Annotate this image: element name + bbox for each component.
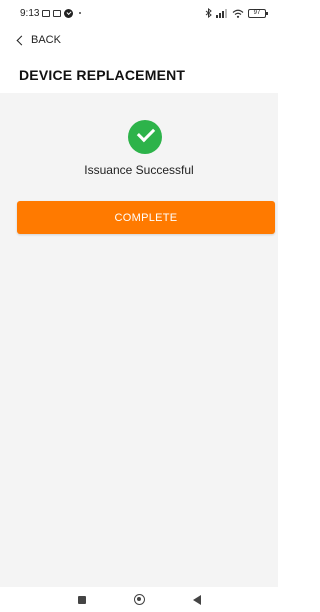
status-bar-right: 97 <box>205 8 268 18</box>
status-time: 9:13 <box>20 7 40 19</box>
chevron-left-icon <box>16 35 27 45</box>
back-label: BACK <box>31 34 61 46</box>
bluetooth-icon <box>205 8 212 18</box>
wifi-icon <box>232 9 244 18</box>
check-circle-icon <box>128 120 162 154</box>
recent-apps-icon[interactable] <box>77 595 86 604</box>
complete-button[interactable]: COMPLETE <box>17 201 275 234</box>
more-notifications-icon <box>79 12 82 14</box>
status-message: Issuance Successful <box>84 163 194 177</box>
home-icon[interactable] <box>133 594 145 605</box>
signal-icon <box>216 8 227 18</box>
back-triangle-icon[interactable] <box>192 594 201 605</box>
notification-icon <box>53 9 62 17</box>
status-bar-left: 9:13 <box>20 7 82 19</box>
system-nav-bar <box>0 587 278 612</box>
notification-icon <box>42 9 51 17</box>
status-bar: 9:13 97 <box>0 0 278 26</box>
check-notification-icon <box>64 8 74 18</box>
page-title: DEVICE REPLACEMENT <box>19 67 186 83</box>
main-content: Issuance Successful COMPLETE <box>0 93 278 587</box>
back-button[interactable]: BACK <box>16 32 61 48</box>
battery-icon: 97 <box>248 8 268 18</box>
